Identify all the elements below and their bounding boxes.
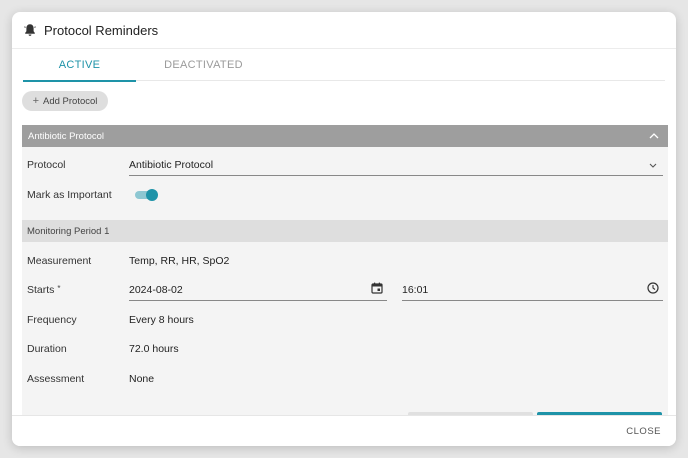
important-row: Mark as Important xyxy=(22,180,668,210)
starts-row: Starts * 2024-08-02 16:01 xyxy=(22,275,668,305)
clock-icon[interactable] xyxy=(647,282,659,297)
dialog-footer: CLOSE xyxy=(12,415,676,446)
protocol-row: Protocol Antibiotic Protocol xyxy=(22,150,668,180)
protocol-panel-header[interactable]: Antibiotic Protocol xyxy=(22,125,668,147)
measurement-label: Measurement xyxy=(27,255,92,267)
tab-deactivated[interactable]: DEACTIVATED xyxy=(147,49,260,81)
protocol-reminders-dialog: Protocol Reminders ACTIVE DEACTIVATED + … xyxy=(12,12,676,446)
frequency-value: Every 8 hours xyxy=(129,314,194,326)
chevron-down-icon xyxy=(649,159,657,171)
start-time-value: 16:01 xyxy=(402,283,429,296)
tab-active[interactable]: ACTIVE xyxy=(23,49,136,82)
chevron-up-icon[interactable] xyxy=(649,131,659,142)
tab-bar: ACTIVE DEACTIVATED xyxy=(23,49,665,82)
assessment-label: Assessment xyxy=(27,373,85,385)
start-date-input[interactable]: 2024-08-02 xyxy=(129,279,387,301)
protocol-panel: Antibiotic Protocol Protocol Antibiotic … xyxy=(22,125,668,415)
protocol-select-value: Antibiotic Protocol xyxy=(129,158,214,171)
assessment-value: None xyxy=(129,373,155,385)
starts-label: Starts * xyxy=(27,284,61,296)
duration-value: 72.0 hours xyxy=(129,343,179,355)
measurement-value: Temp, RR, HR, SpO2 xyxy=(129,255,230,267)
protocol-select[interactable]: Antibiotic Protocol xyxy=(129,154,663,176)
start-time-input[interactable]: 16:01 xyxy=(402,279,663,301)
dialog-title: Protocol Reminders xyxy=(44,22,159,38)
dialog-header: Protocol Reminders xyxy=(12,12,676,49)
bell-icon xyxy=(24,23,36,37)
close-button[interactable]: CLOSE xyxy=(626,426,661,437)
frequency-row: Frequency Every 8 hours xyxy=(22,305,668,335)
assessment-row: Assessment None xyxy=(22,364,668,394)
frequency-label: Frequency xyxy=(27,314,77,326)
calendar-icon[interactable] xyxy=(371,282,383,297)
protocol-label: Protocol xyxy=(27,159,66,171)
required-marker: * xyxy=(57,284,61,293)
plus-icon: + xyxy=(32,95,40,107)
important-label: Mark as Important xyxy=(27,189,112,201)
protocol-panel-title: Antibiotic Protocol xyxy=(28,130,105,142)
toggle-knob xyxy=(146,189,158,201)
monitoring-period-header: Monitoring Period 1 xyxy=(22,220,668,242)
add-protocol-button[interactable]: + Add Protocol xyxy=(22,91,108,111)
duration-label: Duration xyxy=(27,343,67,355)
important-toggle[interactable] xyxy=(135,189,158,201)
start-date-value: 2024-08-02 xyxy=(129,283,183,296)
duration-row: Duration 72.0 hours xyxy=(22,334,668,364)
add-protocol-label: Add Protocol xyxy=(43,95,98,107)
measurement-row: Measurement Temp, RR, HR, SpO2 xyxy=(22,246,668,276)
